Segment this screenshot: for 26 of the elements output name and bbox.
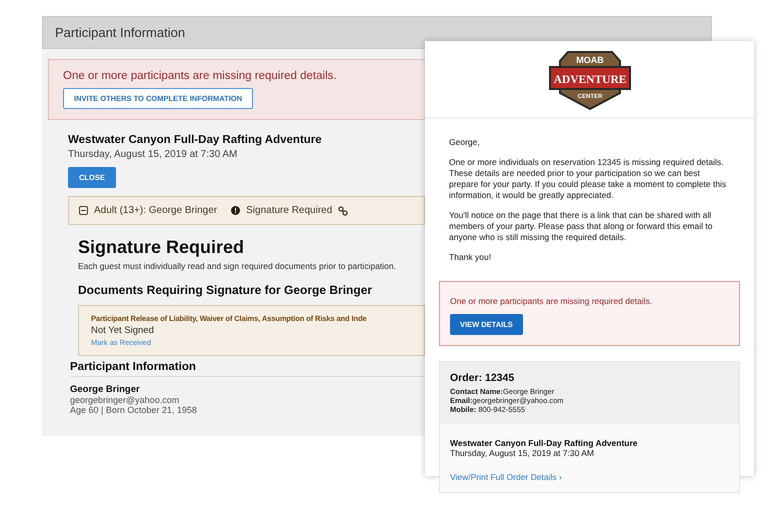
order-details-link[interactable]: View/Print Full Order Details › xyxy=(450,472,562,482)
documents-heading: Documents Requiring Signature for George Bringer xyxy=(78,283,372,297)
trip-name: Westwater Canyon Full-Day Rafting Adventure xyxy=(450,438,638,448)
participant-age: Age 60 | Born October 21, 1958 xyxy=(70,405,197,415)
trip-date: Thursday, August 15, 2019 at 7:30 AM xyxy=(450,448,594,458)
email-paragraph: You'll notice on the page that there is a link that can be shared with all members of your party. Please pass that along or forward this email to anyone who is still missing the required details. xyxy=(449,210,714,244)
alert-message: One or more participants are missing required details. xyxy=(63,70,337,82)
participant-name: George Bringer xyxy=(70,384,140,395)
email-paragraph: One or more individuals on reservation 12345 is missing required details. These details are needed prior to your participation so we can best prepare for your party. If you could please take a moment to complete this information, it would be greatly appreciated. xyxy=(449,157,728,202)
status-label: Signature Required xyxy=(246,205,332,216)
greeting: George, xyxy=(449,137,481,148)
order-title: Order: 12345 xyxy=(450,372,516,384)
section-heading: Signature Required xyxy=(78,237,244,258)
trip-name: Westwater Canyon Full-Day Rafting Adventure xyxy=(68,134,322,146)
guest-header[interactable]: Adult (13+): George Bringer Signature Required xyxy=(68,196,425,225)
email-paragraph: Thank you! xyxy=(449,252,492,264)
instruction-text: Each guest must individually read and sign required documents prior to participation. xyxy=(78,261,396,271)
info-heading: Participant Information xyxy=(70,361,425,377)
collapse-icon[interactable] xyxy=(79,206,88,215)
guest-label: Adult (13+): George Bringer xyxy=(94,205,218,216)
alert-message: One or more participants are missing required details. xyxy=(450,296,652,306)
trip-date: Thursday, August 15, 2019 at 7:30 AM xyxy=(68,149,238,160)
link-icon[interactable] xyxy=(338,206,348,216)
exclamation-icon xyxy=(231,206,240,215)
participant-email: georgebringer@yahoo.com xyxy=(70,395,180,405)
document-status: Not Yet Signed xyxy=(91,325,154,336)
